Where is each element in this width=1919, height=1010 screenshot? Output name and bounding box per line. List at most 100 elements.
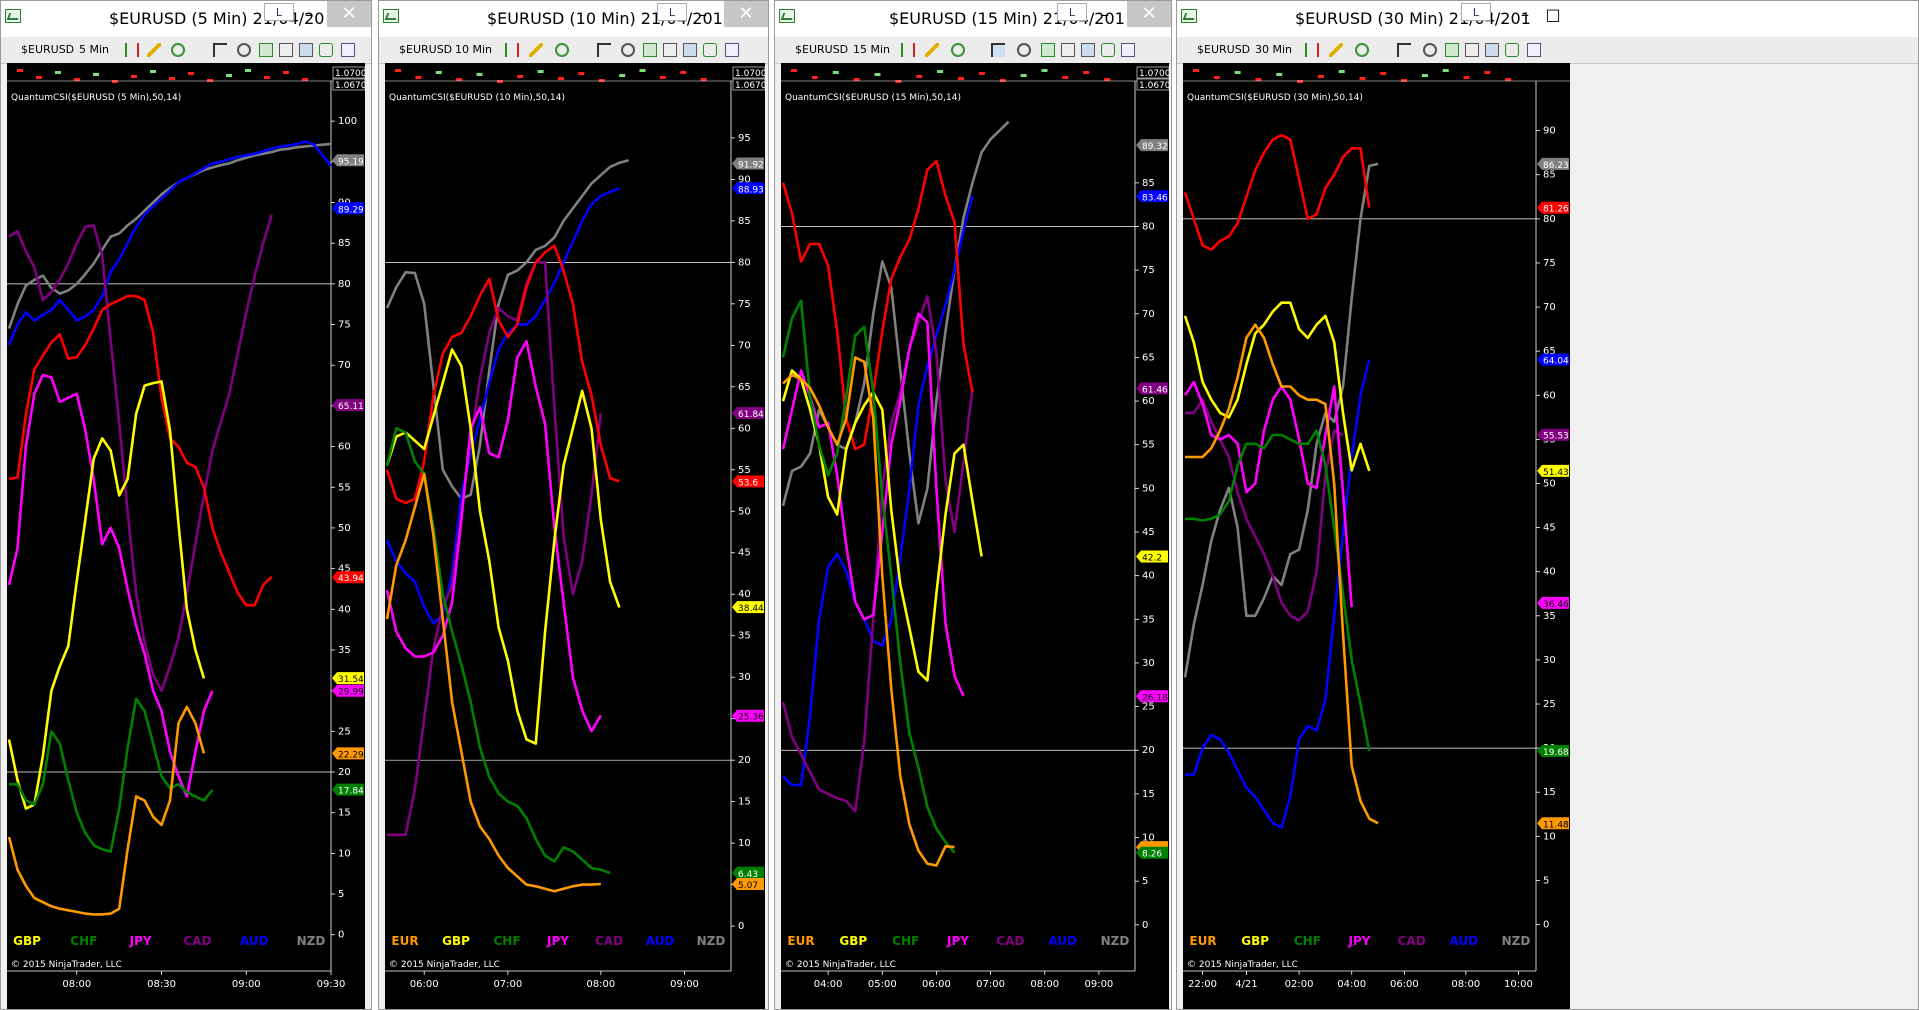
chart-window-10min[interactable]: $EURUSD (10 Min) 21/04/201 L – ✕ $EURUSD… [378, 0, 769, 1010]
instrument-selector[interactable]: $EURUSD [1197, 43, 1250, 56]
crosshair-icon[interactable] [1355, 43, 1369, 57]
y-tick-label: 65 [738, 382, 751, 393]
interval-selector[interactable]: 10 Min [455, 43, 492, 56]
close-icon[interactable]: ✕ [327, 1, 371, 27]
window-title: $EURUSD (15 Min) 21/04/201 [889, 9, 1125, 28]
legend-item-aud: AUD [646, 934, 675, 948]
instrument-selector[interactable]: $EURUSD [399, 43, 452, 56]
legend-item-eur: EUR [1189, 934, 1216, 948]
candle-bar [131, 75, 137, 78]
minimize-icon[interactable]: – [1093, 7, 1117, 23]
chart-app-icon [1181, 9, 1197, 23]
properties-icon[interactable] [259, 43, 273, 57]
minimize-icon[interactable]: – [297, 7, 321, 23]
data-box-icon[interactable] [279, 43, 293, 57]
chart-window-30min[interactable]: $EURUSD (30 Min) 21/04/201 L – □ $EURUSD… [1176, 0, 1919, 1010]
zoom-icon[interactable] [1017, 43, 1031, 57]
value-label: 88.93 [738, 185, 764, 195]
chart-window-15min[interactable]: $EURUSD (15 Min) 21/04/201 L – ✕ $EURUSD… [774, 0, 1172, 1010]
refresh-icon[interactable] [1505, 43, 1519, 57]
chart-toolbar: $EURUSD 5 Min [1, 37, 371, 64]
chart-plot-area[interactable]: QuantumCSI($EURUSD (30 Min),50,14) 0 5 10 15… [1183, 63, 1570, 1009]
note-icon[interactable] [1121, 43, 1135, 57]
layout-button[interactable]: L [264, 3, 294, 21]
data-box-icon[interactable] [1465, 43, 1479, 57]
bar-type-icon[interactable] [901, 43, 915, 57]
value-label: 42.2 [1142, 553, 1162, 563]
image-icon[interactable] [299, 43, 313, 57]
zoom-icon[interactable] [621, 43, 635, 57]
candle-bar [680, 71, 687, 74]
crosshair-icon[interactable] [555, 43, 569, 57]
pointer-icon[interactable] [213, 43, 227, 57]
crosshair-icon[interactable] [171, 43, 185, 57]
pencil-icon[interactable] [925, 43, 939, 57]
chart-plot-area[interactable]: 1.0700 1.0670 QuantumCSI($EURUSD (15 Min),… [781, 63, 1169, 1009]
value-label: 64.04 [1543, 357, 1569, 367]
data-box-icon[interactable] [663, 43, 677, 57]
layout-button[interactable]: L [657, 3, 687, 21]
refresh-icon[interactable] [1101, 43, 1115, 57]
maximize-icon[interactable]: □ [1541, 7, 1565, 23]
candle-bar [264, 76, 270, 79]
window-titlebar[interactable]: $EURUSD (15 Min) 21/04/201 L – ✕ [775, 1, 1171, 37]
legend-item-jpy: JPY [129, 934, 152, 948]
image-icon[interactable] [683, 43, 697, 57]
bar-type-icon[interactable] [1305, 43, 1319, 57]
zoom-icon[interactable] [237, 43, 251, 57]
x-tick-label: 08:00 [1451, 979, 1480, 990]
data-box-icon[interactable] [1061, 43, 1075, 57]
interval-selector[interactable]: 15 Min [853, 43, 890, 56]
instrument-selector[interactable]: $EURUSD [21, 43, 74, 56]
chart-svg: QuantumCSI($EURUSD (30 Min),50,14) 0 5 10 15… [1183, 69, 1570, 990]
pencil-icon[interactable] [1329, 43, 1343, 57]
close-icon[interactable]: ✕ [724, 1, 768, 27]
pointer-icon[interactable] [597, 43, 611, 57]
minimize-icon[interactable]: – [691, 7, 715, 23]
instrument-selector[interactable]: $EURUSD [795, 43, 848, 56]
image-icon[interactable] [1485, 43, 1499, 57]
x-tick-label: 09:00 [670, 979, 699, 990]
pencil-icon[interactable] [529, 43, 543, 57]
window-title: $EURUSD (30 Min) 21/04/201 [1295, 9, 1531, 28]
bar-type-icon[interactable] [125, 43, 139, 57]
candle-bar [1213, 76, 1220, 79]
window-titlebar[interactable]: $EURUSD (10 Min) 21/04/201 L – ✕ [379, 1, 768, 37]
minimize-icon[interactable]: – [1513, 7, 1537, 23]
window-titlebar[interactable]: $EURUSD (5 Min) 21/04/20 L – ✕ [1, 1, 371, 37]
crosshair-icon[interactable] [951, 43, 965, 57]
series-line-usd [8, 294, 273, 607]
image-icon[interactable] [1081, 43, 1095, 57]
note-icon[interactable] [341, 43, 355, 57]
window-titlebar[interactable]: $EURUSD (30 Min) 21/04/201 L – □ [1177, 1, 1918, 37]
properties-icon[interactable] [643, 43, 657, 57]
interval-selector[interactable]: 5 Min [79, 43, 109, 56]
layout-button[interactable]: L [1057, 3, 1087, 21]
chart-plot-area[interactable]: 1.0700 1.0670 QuantumCSI($EURUSD (10 Min),… [385, 63, 765, 1009]
price-label: 1.0670 [1139, 81, 1169, 91]
pencil-icon[interactable] [147, 43, 161, 57]
pointer-icon[interactable] [1397, 43, 1411, 57]
note-icon[interactable] [1527, 43, 1541, 57]
refresh-icon[interactable] [319, 43, 333, 57]
chart-plot-area[interactable]: 1.0700 1.0670 QuantumCSI($EURUSD (5 Min),5… [7, 63, 365, 1009]
y-tick-label: 45 [1142, 527, 1155, 538]
y-tick-label: 80 [738, 257, 751, 268]
note-icon[interactable] [725, 43, 739, 57]
y-tick-label: 40 [1142, 571, 1155, 582]
pointer-icon[interactable] [991, 43, 1005, 57]
candle-bar [958, 77, 964, 80]
value-label: 83.46 [1142, 193, 1168, 203]
legend-item-jpy: JPY [946, 934, 969, 948]
properties-icon[interactable] [1445, 43, 1459, 57]
bar-type-icon[interactable] [505, 43, 519, 57]
chart-svg: 1.0700 1.0670 QuantumCSI($EURUSD (15 Min),… [781, 66, 1169, 990]
interval-selector[interactable]: 30 Min [1255, 43, 1292, 56]
zoom-icon[interactable] [1423, 43, 1437, 57]
refresh-icon[interactable] [703, 43, 717, 57]
chart-window-5min[interactable]: $EURUSD (5 Min) 21/04/20 L – ✕ $EURUSD 5… [0, 0, 372, 1010]
close-icon[interactable]: ✕ [1127, 1, 1171, 27]
value-label: 31.54 [338, 675, 364, 685]
properties-icon[interactable] [1041, 43, 1055, 57]
layout-button[interactable]: L [1461, 3, 1491, 21]
